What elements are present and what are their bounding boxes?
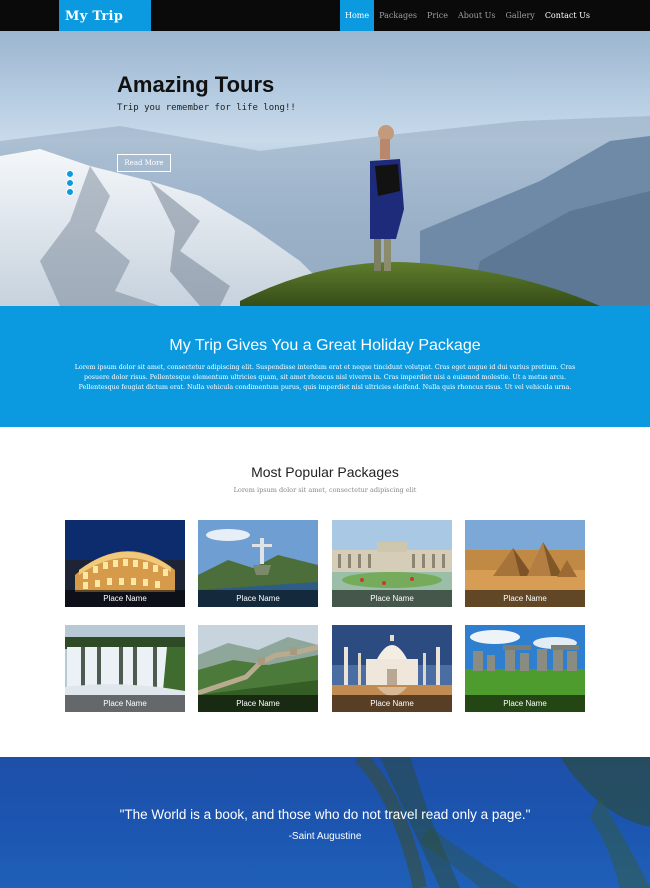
quote-author: -Saint Augustine <box>288 831 362 842</box>
place-name-label: Place Name <box>332 695 452 712</box>
place-name-label: Place Name <box>65 695 185 712</box>
package-card-rio[interactable]: Place Name <box>198 520 318 607</box>
package-card-pyramids[interactable]: Place Name <box>465 520 585 607</box>
place-name-label: Place Name <box>65 590 185 607</box>
place-name-label: Place Name <box>465 590 585 607</box>
package-card-great-wall[interactable]: Place Name <box>198 625 318 712</box>
place-name-label: Place Name <box>198 695 318 712</box>
hero-subtitle: Trip you remember for life long!! <box>117 103 296 113</box>
hero-title: Amazing Tours <box>117 72 275 97</box>
read-more-button[interactable]: Read More <box>117 154 171 172</box>
package-card-palace[interactable]: Place Name <box>332 520 452 607</box>
packages-title: Most Popular Packages <box>251 464 399 480</box>
main-nav: Home Packages Price About Us Gallery Con… <box>340 0 595 31</box>
place-name-label: Place Name <box>465 695 585 712</box>
hero-slider: Amazing Tours Trip you remember for life… <box>0 31 650 306</box>
quote-section: "The World is a book, and those who do n… <box>0 757 650 888</box>
slider-dot-1[interactable] <box>66 170 74 178</box>
package-card-colosseum[interactable]: Place Name <box>65 520 185 607</box>
intro-title: My Trip Gives You a Great Holiday Packag… <box>169 337 481 354</box>
nav-item-price[interactable]: Price <box>422 0 453 31</box>
place-name-label: Place Name <box>332 590 452 607</box>
slider-dot-3[interactable] <box>66 188 74 196</box>
package-card-waterfall[interactable]: Place Name <box>65 625 185 712</box>
package-card-taj-mahal[interactable]: Place Name <box>332 625 452 712</box>
palm-tree-background <box>354 757 650 888</box>
nav-item-about-us[interactable]: About Us <box>453 0 500 31</box>
intro-text: Lorem ipsum dolor sit amet, consectetur … <box>74 364 576 391</box>
quote-text: "The World is a book, and those who do n… <box>119 807 531 822</box>
place-name-label: Place Name <box>198 590 318 607</box>
hero-mountain-image <box>0 116 650 306</box>
intro-section: My Trip Gives You a Great Holiday Packag… <box>0 306 650 427</box>
nav-item-gallery[interactable]: Gallery <box>500 0 539 31</box>
nav-item-contact-us[interactable]: Contact Us <box>540 0 595 31</box>
packages-subtitle: Lorem ipsum dolor sit amet, consectetur … <box>233 486 417 494</box>
nav-item-packages[interactable]: Packages <box>374 0 422 31</box>
slider-dot-2[interactable] <box>66 179 74 187</box>
package-card-stonehenge[interactable]: Place Name <box>465 625 585 712</box>
nav-item-home[interactable]: Home <box>340 0 375 31</box>
